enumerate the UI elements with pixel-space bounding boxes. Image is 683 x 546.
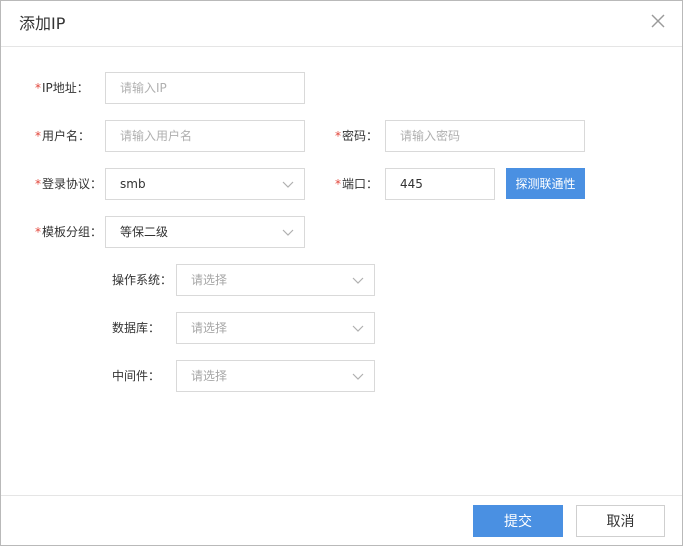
protocol-value: smb xyxy=(120,177,146,191)
required-mark: * xyxy=(35,81,41,95)
add-ip-dialog: 添加IP *IP地址： *用户名： *密码： *登录协议： smb *端口： 探… xyxy=(0,0,683,546)
required-mark: * xyxy=(335,177,341,191)
template-group-value: 等保二级 xyxy=(120,225,169,239)
password-label-text: 密码： xyxy=(342,129,379,143)
required-mark: * xyxy=(35,225,41,239)
middleware-label: 中间件： xyxy=(112,369,161,383)
required-mark: * xyxy=(35,177,41,191)
chevron-down-icon xyxy=(352,325,364,332)
template-group-label: *模板分组： xyxy=(35,216,102,248)
ip-label-text: IP地址： xyxy=(42,81,89,95)
os-label: 操作系统： xyxy=(112,273,173,287)
port-label: *端口： xyxy=(335,168,378,200)
port-label-text: 端口： xyxy=(342,177,379,191)
username-input[interactable] xyxy=(105,120,305,152)
protocol-select[interactable]: smb xyxy=(105,168,305,200)
cancel-button[interactable]: 取消 xyxy=(576,505,665,537)
ip-input[interactable] xyxy=(105,72,305,104)
ip-label: *IP地址： xyxy=(35,72,89,104)
port-input[interactable] xyxy=(385,168,495,200)
chevron-down-icon xyxy=(282,181,294,188)
database-select[interactable]: 请选择 xyxy=(176,312,375,344)
test-connectivity-button[interactable]: 探测联通性 xyxy=(506,168,585,199)
password-label: *密码： xyxy=(335,120,378,152)
password-input[interactable] xyxy=(385,120,585,152)
dialog-header: 添加IP xyxy=(1,1,682,47)
username-label: *用户名： xyxy=(35,120,90,152)
submit-button[interactable]: 提交 xyxy=(473,505,563,537)
required-mark: * xyxy=(335,129,341,143)
template-group-label-text: 模板分组： xyxy=(42,225,103,239)
os-placeholder: 请选择 xyxy=(191,273,228,287)
required-mark: * xyxy=(35,129,41,143)
username-label-text: 用户名： xyxy=(42,129,91,143)
database-label: 数据库： xyxy=(112,321,161,335)
protocol-label: *登录协议： xyxy=(35,168,102,200)
dialog-title: 添加IP xyxy=(19,14,66,33)
close-icon[interactable] xyxy=(650,13,666,29)
database-placeholder: 请选择 xyxy=(191,321,228,335)
os-select[interactable]: 请选择 xyxy=(176,264,375,296)
middleware-select[interactable]: 请选择 xyxy=(176,360,375,392)
chevron-down-icon xyxy=(282,229,294,236)
chevron-down-icon xyxy=(352,373,364,380)
chevron-down-icon xyxy=(352,277,364,284)
protocol-label-text: 登录协议： xyxy=(42,177,103,191)
middleware-placeholder: 请选择 xyxy=(191,369,228,383)
template-group-select[interactable]: 等保二级 xyxy=(105,216,305,248)
dialog-footer: 提交 取消 xyxy=(1,495,682,545)
